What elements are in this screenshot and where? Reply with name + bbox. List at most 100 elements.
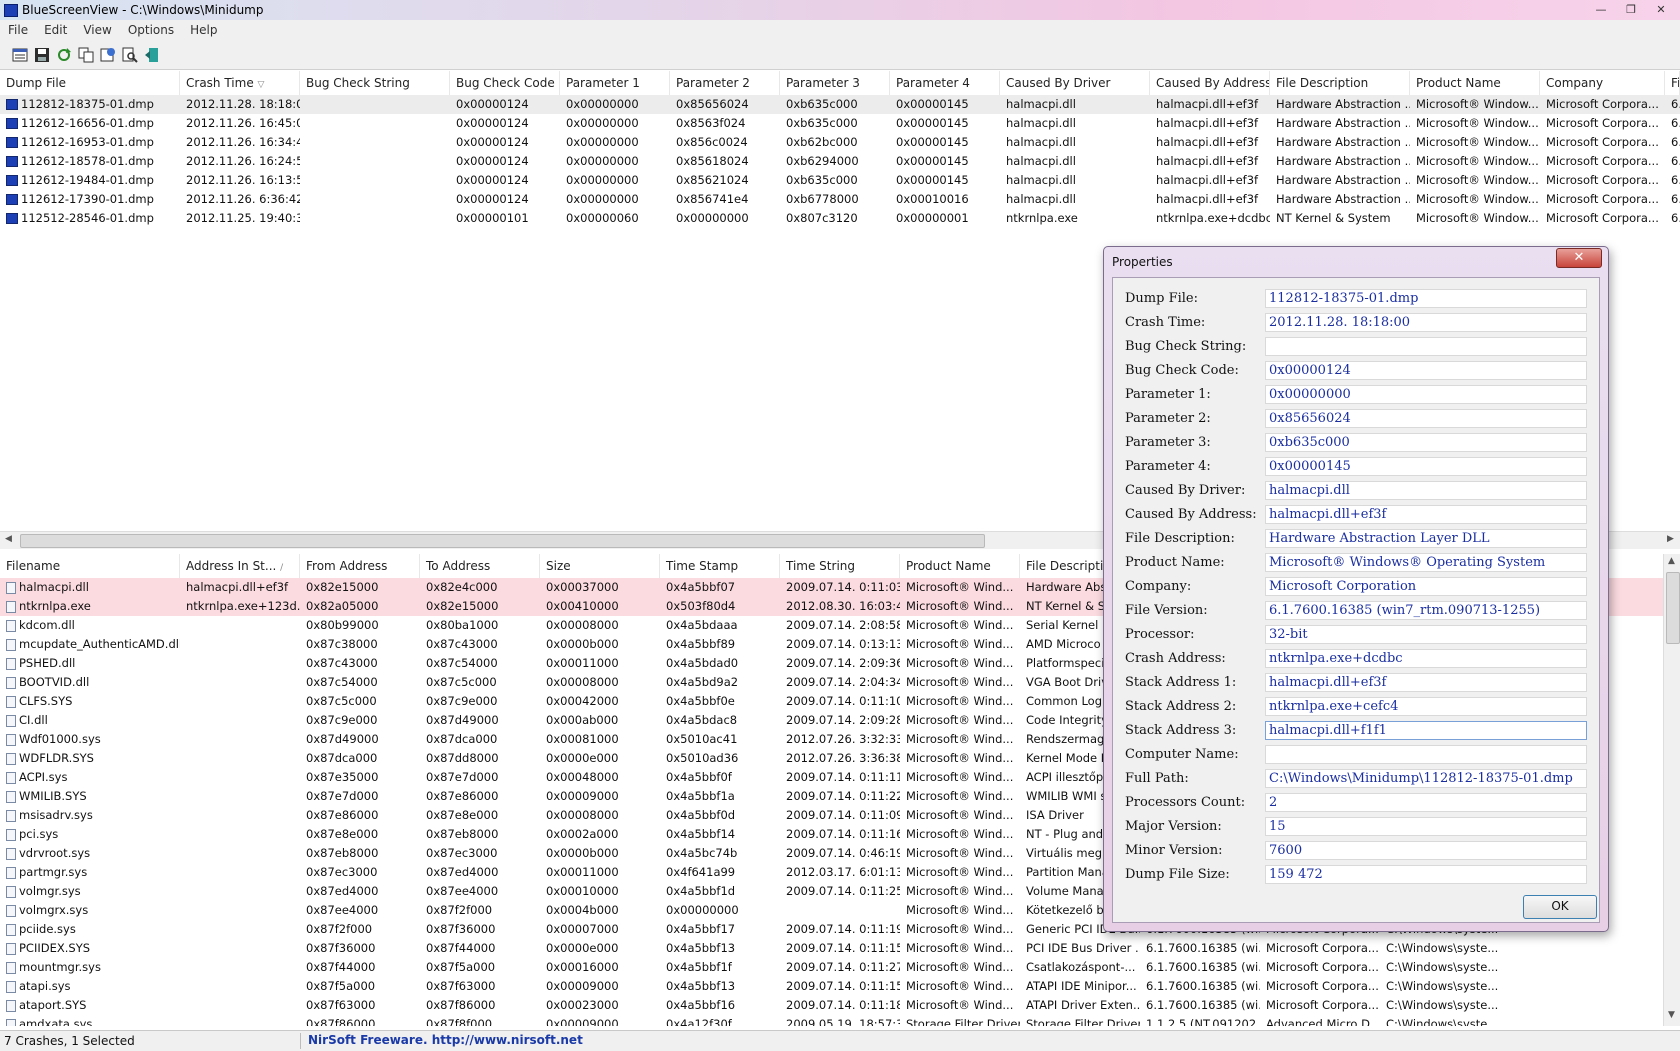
property-value-field[interactable] [1265,337,1587,356]
col-time-stamp[interactable]: Time Stamp [660,554,780,578]
crash-cell: 0x807c3120 [786,211,858,225]
driver-cell: 0x00016000 [546,960,619,974]
driver-cell: 0x503f80d4 [666,599,736,613]
driver-cell: 2012.07.26. 3:36:38 [786,751,900,765]
col-address-in-stack[interactable]: Address In St... / [180,554,300,578]
crash-row[interactable]: 112612-17390-01.dmp 2012.11.26. 6:36:42 0x… [0,190,1680,209]
property-value-field[interactable]: 159 472 [1265,865,1587,884]
driver-cell: 0x00011000 [546,865,619,879]
save-icon[interactable] [32,45,52,65]
driver-file-name: partmgr.sys [19,865,88,879]
property-value-field[interactable]: 6.1.7600.16385 (win7_rtm.090713-1255) [1265,601,1587,620]
col-filename[interactable]: Filename [0,554,180,578]
driver-row[interactable]: amdxata.sys 0x87f86000 0x87f8f000 0x0000900… [0,1015,1680,1026]
scroll-left-icon[interactable]: ◀ [5,534,12,544]
col-to-address[interactable]: To Address [420,554,540,578]
property-value-field[interactable] [1265,745,1587,764]
driver-file-icon [6,885,16,898]
properties-icon[interactable] [10,45,30,65]
driver-cell: partmgr.sys [0,863,180,882]
maximize-button[interactable]: ❐ [1618,1,1644,18]
vertical-scroll-thumb[interactable] [1666,572,1680,644]
driver-file-icon [6,961,16,974]
crash-row[interactable]: 112612-18578-01.dmp 2012.11.26. 16:24:51 0… [0,152,1680,171]
driver-row[interactable]: atapi.sys 0x87f5a000 0x87f63000 0x00009000 0… [0,977,1680,996]
minimize-button[interactable]: — [1588,1,1614,18]
property-row: File Description: Hardware Abstraction La… [1113,528,1599,550]
property-value-field[interactable]: halmacpi.dll+f1f1 [1265,721,1587,740]
driver-row[interactable]: ataport.SYS 0x87f63000 0x87f86000 0x0002300… [0,996,1680,1015]
menu-file[interactable]: File [0,23,36,37]
property-value-field[interactable]: halmacpi.dll+ef3f [1265,505,1587,524]
menu-options[interactable]: Options [120,23,182,37]
property-value-field[interactable]: 0x00000124 [1265,361,1587,380]
col-parameter-1[interactable]: Parameter 1 [560,71,670,95]
col-parameter-3[interactable]: Parameter 3 [780,71,890,95]
exit-icon[interactable] [142,45,162,65]
col-driver-product-name[interactable]: Product Name [900,554,1020,578]
col-time-string[interactable]: Time String [780,554,900,578]
property-value-field[interactable]: 15 [1265,817,1587,836]
find-icon[interactable] [120,45,140,65]
property-value-field[interactable]: ntkrnlpa.exe+cefc4 [1265,697,1587,716]
crash-row[interactable]: 112812-18375-01.dmp 2012.11.28. 18:18:00 0… [0,95,1680,114]
property-value-field[interactable]: Microsoft® Windows® Operating System [1265,553,1587,572]
close-window-button[interactable]: ✕ [1648,1,1674,18]
property-value-field[interactable]: 0xb635c000 [1265,433,1587,452]
property-value-field[interactable]: 7600 [1265,841,1587,860]
driver-row[interactable]: mountmgr.sys 0x87f44000 0x87f5a000 0x000160… [0,958,1680,977]
dialog-close-button[interactable]: ✕ [1556,248,1602,268]
crash-row[interactable]: 112612-16656-01.dmp 2012.11.26. 16:45:05 0… [0,114,1680,133]
menu-edit[interactable]: Edit [36,23,75,37]
col-parameter-2[interactable]: Parameter 2 [670,71,780,95]
property-value-field[interactable]: Hardware Abstraction Layer DLL [1265,529,1587,548]
col-from-address[interactable]: From Address [300,554,420,578]
property-row: Stack Address 1: halmacpi.dll+ef3f [1113,672,1599,694]
property-value-field[interactable]: halmacpi.dll [1265,481,1587,500]
col-product-name[interactable]: Product Name [1410,71,1540,95]
property-value-field[interactable]: 2012.11.28. 18:18:00 [1265,313,1587,332]
col-bug-check-code[interactable]: Bug Check Code [450,71,560,95]
col-caused-by-address[interactable]: Caused By Address [1150,71,1270,95]
driver-cell: 0x00410000 [546,599,619,613]
crash-row[interactable]: 112512-28546-01.dmp 2012.11.25. 19:40:39 0… [0,209,1680,228]
driver-cell: 0x000ab000 [546,713,619,727]
property-value-field[interactable]: 0x85656024 [1265,409,1587,428]
driver-cell: 0x00008000 [546,808,619,822]
property-value-field[interactable]: 32-bit [1265,625,1587,644]
property-value-field[interactable]: halmacpi.dll+ef3f [1265,673,1587,692]
col-file-description[interactable]: File Description [1270,71,1410,95]
property-value-field[interactable]: Microsoft Corporation [1265,577,1587,596]
col-parameter-4[interactable]: Parameter 4 [890,71,1000,95]
col-size[interactable]: Size [540,554,660,578]
col-file-version[interactable]: Fi [1665,71,1680,95]
property-value-field[interactable]: 112812-18375-01.dmp [1265,289,1587,308]
property-value-field[interactable]: 0x00000145 [1265,457,1587,476]
html-report-icon[interactable] [98,45,118,65]
scroll-down-icon[interactable]: ▼ [1668,1010,1675,1020]
crash-cell: 0x00000124 [456,173,529,187]
property-value-field[interactable]: 0x00000000 [1265,385,1587,404]
horizontal-scroll-thumb[interactable] [20,534,985,548]
menu-view[interactable]: View [75,23,119,37]
scroll-up-icon[interactable]: ▲ [1668,556,1675,566]
col-dump-file[interactable]: Dump File [0,71,180,95]
vertical-scrollbar[interactable]: ▲ ▼ [1663,554,1680,1026]
ok-button[interactable]: OK [1523,895,1597,919]
col-crash-time[interactable]: Crash Time ▽ [180,71,300,95]
property-value-field[interactable]: C:\Windows\Minidump\112812-18375-01.dmp [1265,769,1587,788]
crash-row[interactable]: 112612-16953-01.dmp 2012.11.26. 16:34:40 0… [0,133,1680,152]
property-value-field[interactable]: ntkrnlpa.exe+dcdbc [1265,649,1587,668]
property-value-field[interactable]: 2 [1265,793,1587,812]
nirsoft-link[interactable]: NirSoft Freeware. http://www.nirsoft.net [308,1033,583,1047]
col-bug-check-string[interactable]: Bug Check String [300,71,450,95]
refresh-icon[interactable] [54,45,74,65]
driver-row[interactable]: PCIIDEX.SYS 0x87f36000 0x87f44000 0x0000e00… [0,939,1680,958]
col-company[interactable]: Company [1540,71,1665,95]
scroll-right-icon[interactable]: ▶ [1667,534,1674,544]
menu-help[interactable]: Help [182,23,225,37]
copy-icon[interactable] [76,45,96,65]
crash-row[interactable]: 112612-19484-01.dmp 2012.11.26. 16:13:56 0… [0,171,1680,190]
col-caused-by-driver[interactable]: Caused By Driver [1000,71,1150,95]
driver-cell [180,749,300,768]
